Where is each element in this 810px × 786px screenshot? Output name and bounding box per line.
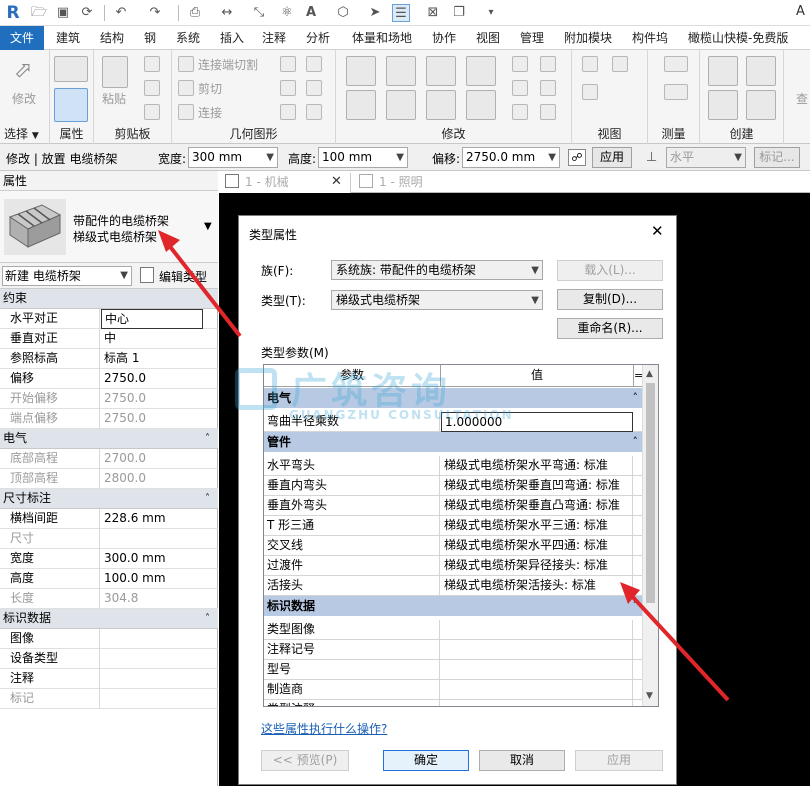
annotation-arrow-top	[158, 230, 242, 338]
annotation-arrow-bottom	[620, 582, 730, 702]
annotation-arrows	[158, 230, 730, 702]
